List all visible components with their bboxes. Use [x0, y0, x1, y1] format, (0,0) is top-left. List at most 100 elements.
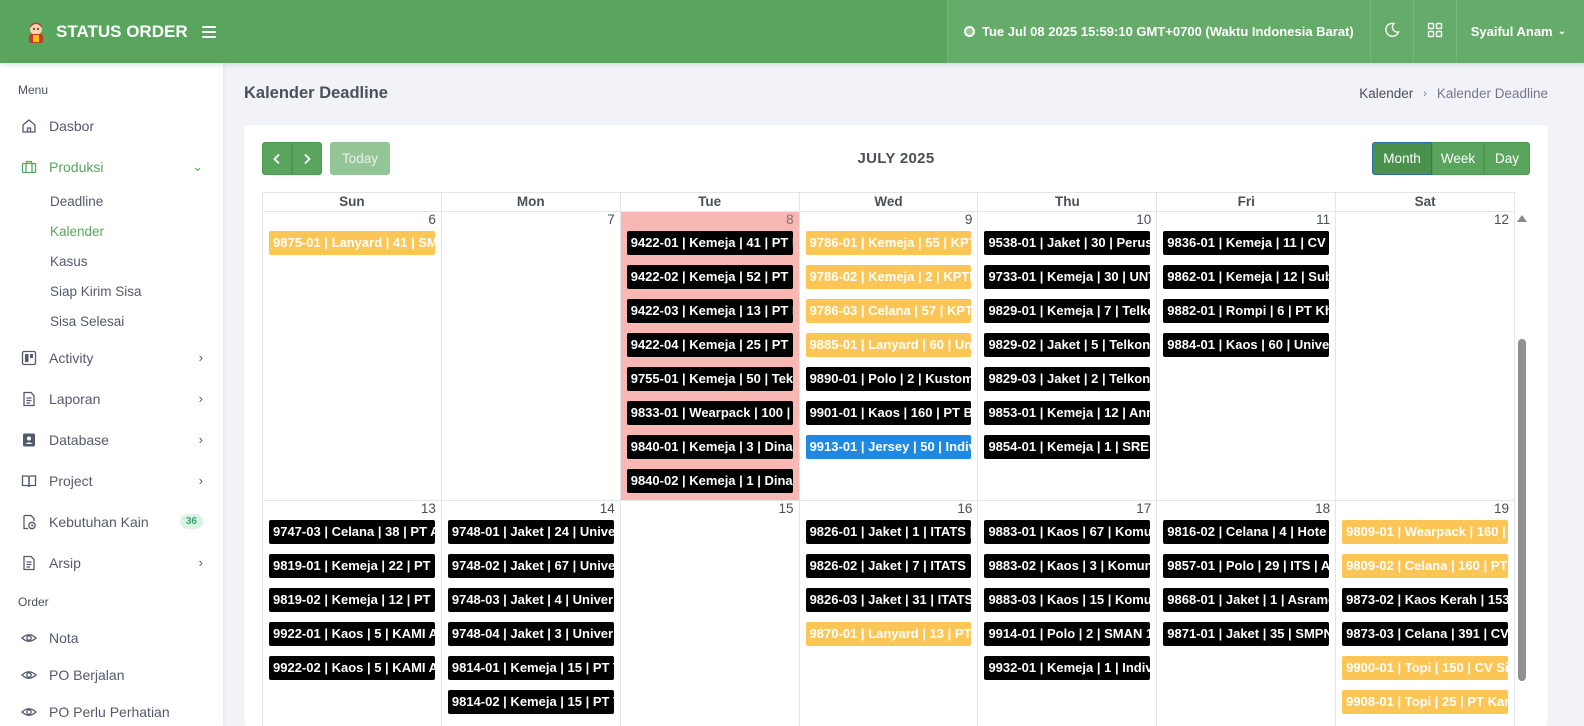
calendar-event[interactable]: 9748-03 | Jaket | 4 | Univer [447, 588, 614, 612]
calendar-event[interactable]: 9875-01 | Lanyard | 41 | SMI [269, 231, 435, 255]
sidebar-item-nota[interactable]: Nota [0, 619, 223, 656]
calendar-event[interactable]: 9840-01 | Kemeja | 3 | Dina [626, 435, 793, 459]
calendar-event[interactable]: 9538-01 | Jaket | 30 | Perus [984, 231, 1151, 255]
calendar-scrollbar[interactable] [1515, 211, 1528, 726]
sidebar-item-laporan[interactable]: Laporan › [0, 378, 223, 419]
calendar-event[interactable]: 9814-02 | Kemeja | 15 | PT T [447, 690, 614, 714]
week-view-button[interactable]: Week [1432, 142, 1484, 175]
day-view-button[interactable]: Day [1484, 142, 1530, 175]
calendar-event[interactable]: 9786-01 | Kemeja | 55 | KPT [805, 231, 972, 255]
calendar-event[interactable]: 9748-02 | Jaket | 67 | Unive [447, 554, 614, 578]
sidebar-sub-sisa-selesai[interactable]: Sisa Selesai [0, 307, 223, 337]
calendar-event[interactable]: 9853-01 | Kemeja | 12 | Ann [984, 401, 1151, 425]
day-cell[interactable]: 16 9826-01 | Jaket | 1 | ITATS | 9826-02 |… [800, 501, 979, 726]
month-view-button[interactable]: Month [1372, 142, 1432, 175]
day-number[interactable]: 15 [779, 501, 794, 516]
sidebar-sub-deadline[interactable]: Deadline [0, 187, 223, 217]
calendar-event[interactable]: 9836-01 | Kemeja | 11 | CV L [1163, 231, 1330, 255]
calendar-event[interactable]: 9890-01 | Polo | 2 | Kustom [805, 367, 972, 391]
calendar-event[interactable]: 9755-01 | Kemeja | 50 | Tek [626, 367, 793, 391]
calendar-event[interactable]: 9809-02 | Celana | 160 | PT [1342, 554, 1509, 578]
day-number[interactable]: 18 [1315, 501, 1330, 516]
day-cell[interactable]: 19 9809-01 | Wearpack | 160 | 9809-02 | Ce… [1336, 501, 1516, 726]
apps-button[interactable] [1412, 0, 1456, 63]
calendar-event[interactable]: 9900-01 | Topi | 150 | CV Si [1342, 656, 1509, 680]
calendar-event[interactable]: 9829-03 | Jaket | 2 | Telkon [984, 367, 1151, 391]
sidebar-item-po-berjalan[interactable]: PO Berjalan [0, 656, 223, 693]
calendar-event[interactable]: 9747-03 | Celana | 38 | PT A [269, 520, 435, 544]
calendar-event[interactable]: 9913-01 | Jersey | 50 | Indiv [805, 435, 972, 459]
calendar-event[interactable]: 9819-02 | Kemeja | 12 | PT S [269, 588, 435, 612]
calendar-event[interactable]: 9922-01 | Kaos | 5 | KAMI A [269, 622, 435, 646]
calendar-event[interactable]: 9826-03 | Jaket | 31 | ITATS [805, 588, 972, 612]
calendar-event[interactable]: 9857-01 | Polo | 29 | ITS | A [1163, 554, 1330, 578]
calendar-event[interactable]: 9829-02 | Jaket | 5 | Telkon [984, 333, 1151, 357]
day-number[interactable]: 7 [607, 212, 615, 227]
hamburger-icon[interactable] [201, 25, 216, 38]
calendar-event[interactable]: 9908-01 | Topi | 25 | PT Kar [1342, 690, 1509, 714]
day-cell[interactable]: 8 9422-01 | Kemeja | 41 | PT K 9422-02 | K… [620, 212, 800, 500]
day-number[interactable]: 9 [965, 212, 973, 227]
day-number[interactable]: 11 [1316, 212, 1330, 227]
calendar-event[interactable]: 9814-01 | Kemeja | 15 | PT T [447, 656, 614, 680]
sidebar-item-kebutuhan-kain[interactable]: Kebutuhan Kain 36 [0, 501, 223, 542]
calendar-event[interactable]: 9840-02 | Kemeja | 1 | Dina [626, 469, 793, 493]
sidebar-item-po-perlu-perhatian[interactable]: PO Perlu Perhatian [0, 693, 223, 726]
calendar-event[interactable]: 9826-01 | Jaket | 1 | ITATS | [805, 520, 972, 544]
calendar-event[interactable]: 9422-02 | Kemeja | 52 | PT [626, 265, 793, 289]
calendar-event[interactable]: 9829-01 | Kemeja | 7 | Telkc [984, 299, 1151, 323]
calendar-event[interactable]: 9873-03 | Celana | 391 | CV [1342, 622, 1509, 646]
day-number[interactable]: 16 [957, 501, 972, 516]
day-number[interactable]: 13 [421, 501, 436, 516]
day-number[interactable]: 19 [1494, 501, 1509, 516]
scroll-thumb[interactable] [1518, 339, 1526, 681]
calendar-event[interactable]: 9870-01 | Lanyard | 13 | PT I [805, 622, 972, 646]
day-cell[interactable]: 17 9883-01 | Kaos | 67 | Komur 9883-02 | K… [978, 501, 1158, 726]
user-menu[interactable]: Syaiful Anam ⌄ [1455, 0, 1584, 63]
calendar-event[interactable]: 9871-01 | Jaket | 35 | SMPN [1163, 622, 1330, 646]
calendar-event[interactable]: 9883-02 | Kaos | 3 | Komun [984, 554, 1151, 578]
breadcrumb-link[interactable]: Kalender [1359, 86, 1413, 101]
calendar-event[interactable]: 9809-01 | Wearpack | 160 | [1342, 520, 1509, 544]
calendar-event[interactable]: 9932-01 | Kemeja | 1 | Indivi [984, 656, 1151, 680]
calendar-event[interactable]: 9422-03 | Kemeja | 13 | PT I [626, 299, 793, 323]
calendar-event[interactable]: 9883-03 | Kaos | 15 | Komur [984, 588, 1151, 612]
day-number[interactable]: 14 [600, 501, 615, 516]
calendar-event[interactable]: 9922-02 | Kaos | 5 | KAMI A [269, 656, 435, 680]
day-cell[interactable]: 12 [1336, 212, 1516, 500]
calendar-event[interactable]: 9819-01 | Kemeja | 22 | PT S [269, 554, 435, 578]
day-number[interactable]: 6 [428, 212, 436, 227]
calendar-event[interactable]: 9868-01 | Jaket | 1 | Asramc [1163, 588, 1330, 612]
sidebar-item-database[interactable]: Database › [0, 419, 223, 460]
calendar-event[interactable]: 9914-01 | Polo | 2 | SMAN 1 I [984, 622, 1151, 646]
calendar-event[interactable]: 9422-01 | Kemeja | 41 | PT K [626, 231, 793, 255]
day-cell[interactable]: 11 9836-01 | Kemeja | 11 | CV L 9862-01 | … [1157, 212, 1337, 500]
day-cell[interactable]: 9 9786-01 | Kemeja | 55 | KPT 9786-02 | Ke… [800, 212, 979, 500]
calendar-event[interactable]: 9816-02 | Celana | 4 | Hote [1163, 520, 1330, 544]
sidebar-item-dasbor[interactable]: Dasbor [0, 105, 223, 146]
day-cell[interactable]: 13 9747-03 | Celana | 38 | PT A 9819-01 | … [263, 501, 442, 726]
day-cell[interactable]: 6 9875-01 | Lanyard | 41 | SMI [263, 212, 442, 500]
calendar-event[interactable]: 9883-01 | Kaos | 67 | Komur [984, 520, 1151, 544]
sidebar-sub-kalender[interactable]: Kalender [0, 217, 223, 247]
calendar-event[interactable]: 9854-01 | Kemeja | 1 | SRE L [984, 435, 1151, 459]
day-cell[interactable]: 18 9816-02 | Celana | 4 | Hote 9857-01 | P… [1157, 501, 1337, 726]
sidebar-item-arsip[interactable]: Arsip › [0, 542, 223, 583]
calendar-event[interactable]: 9862-01 | Kemeja | 12 | Sub [1163, 265, 1330, 289]
calendar-event[interactable]: 9882-01 | Rompi | 6 | PT Kh [1163, 299, 1330, 323]
calendar-event[interactable]: 9884-01 | Kaos | 60 | Unive [1163, 333, 1330, 357]
calendar-event[interactable]: 9786-02 | Kemeja | 2 | KPTI [805, 265, 972, 289]
calendar-event[interactable]: 9833-01 | Wearpack | 100 | [626, 401, 793, 425]
day-number[interactable]: 8 [786, 212, 794, 227]
calendar-event[interactable]: 9422-04 | Kemeja | 25 | PT [626, 333, 793, 357]
dark-mode-toggle[interactable] [1369, 0, 1413, 63]
sidebar-item-project[interactable]: Project › [0, 460, 223, 501]
day-cell[interactable]: 15 [621, 501, 800, 726]
sidebar-sub-siap-kirim-sisa[interactable]: Siap Kirim Sisa [0, 277, 223, 307]
sidebar-item-activity[interactable]: Activity › [0, 337, 223, 378]
day-cell[interactable]: 14 9748-01 | Jaket | 24 | Unive 9748-02 | … [442, 501, 621, 726]
day-number[interactable]: 12 [1494, 212, 1509, 227]
day-number[interactable]: 17 [1136, 501, 1151, 516]
calendar-event[interactable]: 9748-04 | Jaket | 3 | Univer [447, 622, 614, 646]
day-cell[interactable]: 10 9538-01 | Jaket | 30 | Perus 9733-01 | … [978, 212, 1158, 500]
